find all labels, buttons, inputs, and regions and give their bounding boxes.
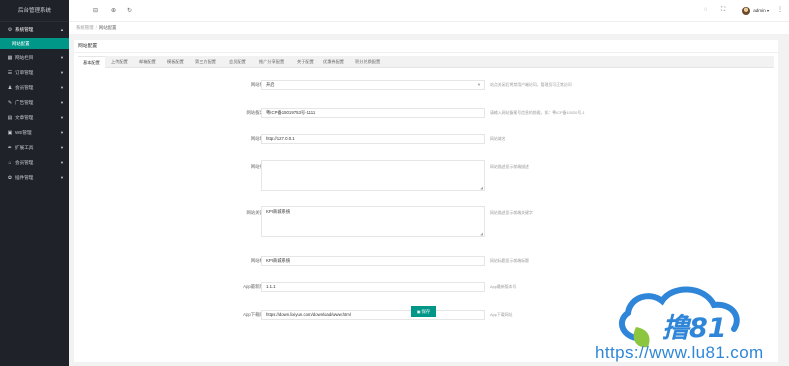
- tab-share[interactable]: 推广分享配置: [254, 56, 289, 68]
- breadcrumb-current: 网站配置: [98, 25, 117, 30]
- sidebar-item-label: 系统管理: [15, 27, 34, 32]
- status-select[interactable]: 开启 ▼: [261, 80, 485, 90]
- icp-field[interactable]: 粤ICP备15019753号-1111: [261, 108, 485, 118]
- resize-handle-icon[interactable]: ◢: [480, 232, 483, 236]
- tab-basic[interactable]: 基本配置: [78, 56, 105, 68]
- sidebar-item-label: 文章管理: [15, 115, 34, 120]
- avatar: [742, 6, 751, 15]
- menu-fold-icon[interactable]: ⊟: [93, 7, 98, 14]
- status-hint: 站点关闭后将禁用户端访问，管理员可正常访问: [490, 82, 572, 87]
- tab-coupon[interactable]: 优惠券配置: [318, 56, 349, 68]
- columns-icon: ▦: [7, 55, 13, 61]
- brand-text: 撸81: [662, 313, 727, 344]
- chevron-down-icon: ▼: [60, 160, 64, 165]
- sidebar-item-we[interactable]: ▣ WE管理 ▼: [0, 125, 69, 140]
- sidebar-item-ads[interactable]: ✎ 广告管理 ▼: [0, 95, 69, 110]
- resize-handle-icon[interactable]: ◢: [480, 186, 483, 190]
- download-url-hint: App下载网址: [490, 312, 513, 317]
- user-menu[interactable]: admin ▾: [742, 6, 769, 16]
- bag-icon: ⌂: [8, 160, 12, 166]
- sidebar-item-label: 订单管理: [15, 70, 34, 75]
- chevron-down-icon: ▼: [60, 145, 64, 150]
- description-hint: 网站描述显示前端描述: [490, 164, 529, 169]
- fullscreen-icon[interactable]: ⛶: [721, 7, 725, 14]
- save-icon: ▣: [416, 309, 421, 314]
- tab-email[interactable]: 邮箱配置: [134, 56, 161, 68]
- sidebar-item-orders[interactable]: ☰ 订单管理 ▼: [0, 65, 69, 80]
- chevron-down-icon: ▼: [60, 85, 64, 90]
- card-title: 网站配置: [74, 40, 778, 53]
- sidebar-item-label: 扩展工具: [15, 145, 34, 150]
- sidebar-item-label: 插件管理: [15, 175, 34, 180]
- tab-points[interactable]: 积分兑换配置: [350, 56, 385, 68]
- user-name: admin: [753, 8, 766, 13]
- chevron-down-icon: ▼: [60, 55, 64, 60]
- chat-icon: ▣: [7, 130, 13, 136]
- globe-icon[interactable]: ⊕: [111, 7, 116, 14]
- more-icon[interactable]: ⋮: [777, 6, 783, 13]
- title-field[interactable]: KPI商城系统: [261, 256, 485, 266]
- sidebar-item-label: 广告管理: [15, 100, 34, 105]
- tool-icon: ✒: [7, 145, 13, 151]
- gear-icon: ⚙: [7, 27, 13, 33]
- tab-template[interactable]: 模板配置: [162, 56, 189, 68]
- message-icon[interactable]: ◌: [704, 7, 708, 13]
- sidebar-item-tools[interactable]: ✒ 扩展工具 ▼: [0, 140, 69, 155]
- tab-upload[interactable]: 上传配置: [106, 56, 133, 68]
- app-version-field[interactable]: 1.1.1: [261, 282, 485, 292]
- save-button[interactable]: ▣保存: [411, 306, 436, 317]
- domain-field[interactable]: http://127.0.0.1: [261, 134, 485, 144]
- breadcrumb-item[interactable]: 系统管理: [76, 25, 94, 30]
- breadcrumb: 系统管理 / 网站配置: [69, 22, 789, 34]
- chevron-up-icon: ▲: [60, 27, 64, 32]
- chevron-down-icon: ▼: [60, 70, 64, 75]
- file-icon: ▤: [7, 115, 13, 121]
- app-version-hint: App最新版本号: [490, 284, 517, 289]
- sidebar-item-label: WE管理: [15, 130, 32, 135]
- order-icon: ☰: [7, 70, 13, 76]
- sidebar-item-members[interactable]: ♟ 会员管理 ▼: [0, 80, 69, 95]
- refresh-icon[interactable]: ↻: [127, 7, 132, 14]
- plugin-icon: ✿: [7, 175, 13, 181]
- top-header: ⊟ ⊕ ↻ ◌ ⛶ admin ▾ ⋮: [69, 0, 789, 22]
- chevron-down-icon: ▼: [60, 175, 64, 180]
- sidebar-submenu: 网站配置: [0, 38, 69, 49]
- sidebar: 后台管理系统 ⚙ 系统管理 ▲ 网站配置 ▦ 网站栏目 ▼ ☰ 订单管理 ▼ ♟ 会员管理 ▼ …: [0, 0, 69, 366]
- keywords-hint: 网站描述显示前端关键字: [490, 210, 533, 215]
- sidebar-item-label: 会员管理: [15, 85, 34, 90]
- sidebar-subitem-site-config[interactable]: 网站配置: [0, 38, 69, 49]
- sidebar-item-label: 网站栏目: [15, 55, 34, 60]
- sidebar-item-members-2[interactable]: ⌂ 会员管理 ▼: [0, 155, 69, 170]
- download-url-field[interactable]: https://down.lixiyun.com/download/www.ht…: [261, 310, 485, 320]
- chevron-down-icon: ▾: [766, 8, 769, 13]
- sidebar-item-columns[interactable]: ▦ 网站栏目 ▼: [0, 50, 69, 65]
- tab-member[interactable]: 会员配置: [224, 56, 251, 68]
- chevron-down-icon: ▼: [60, 100, 64, 105]
- title-hint: 网站标题显示前端标题: [490, 258, 529, 263]
- sidebar-item-label: 会员管理: [15, 160, 34, 165]
- chevron-down-icon: ▼: [477, 82, 481, 87]
- chevron-down-icon: ▼: [60, 115, 64, 120]
- keywords-field[interactable]: KPI商城系统 ◢: [261, 206, 485, 237]
- tab-third-party[interactable]: 第三方配置: [190, 56, 221, 68]
- sidebar-item-plugins[interactable]: ✿ 插件管理 ▼: [0, 170, 69, 185]
- tab-about[interactable]: 关于配置: [292, 56, 319, 68]
- watermark-url: https://www.lu81.com: [595, 343, 764, 362]
- user-icon: ♟: [7, 85, 13, 91]
- config-tabs: 基本配置 上传配置 邮箱配置 模板配置 第三方配置 会员配置 推广分享配置 关于…: [78, 56, 774, 68]
- icp-hint: 请输入网站备案号信息的前缀，如：粤ICP备10020号-1: [490, 110, 585, 115]
- chevron-down-icon: ▼: [60, 130, 64, 135]
- sidebar-item-articles[interactable]: ▤ 文章管理 ▼: [0, 110, 69, 125]
- domain-hint: 网站域名: [490, 136, 506, 141]
- sidebar-item-system[interactable]: ⚙ 系统管理 ▲: [0, 22, 69, 37]
- sidebar-logo: 后台管理系统: [0, 0, 69, 22]
- description-field[interactable]: ◢: [261, 160, 485, 191]
- pin-icon: ✎: [7, 100, 13, 106]
